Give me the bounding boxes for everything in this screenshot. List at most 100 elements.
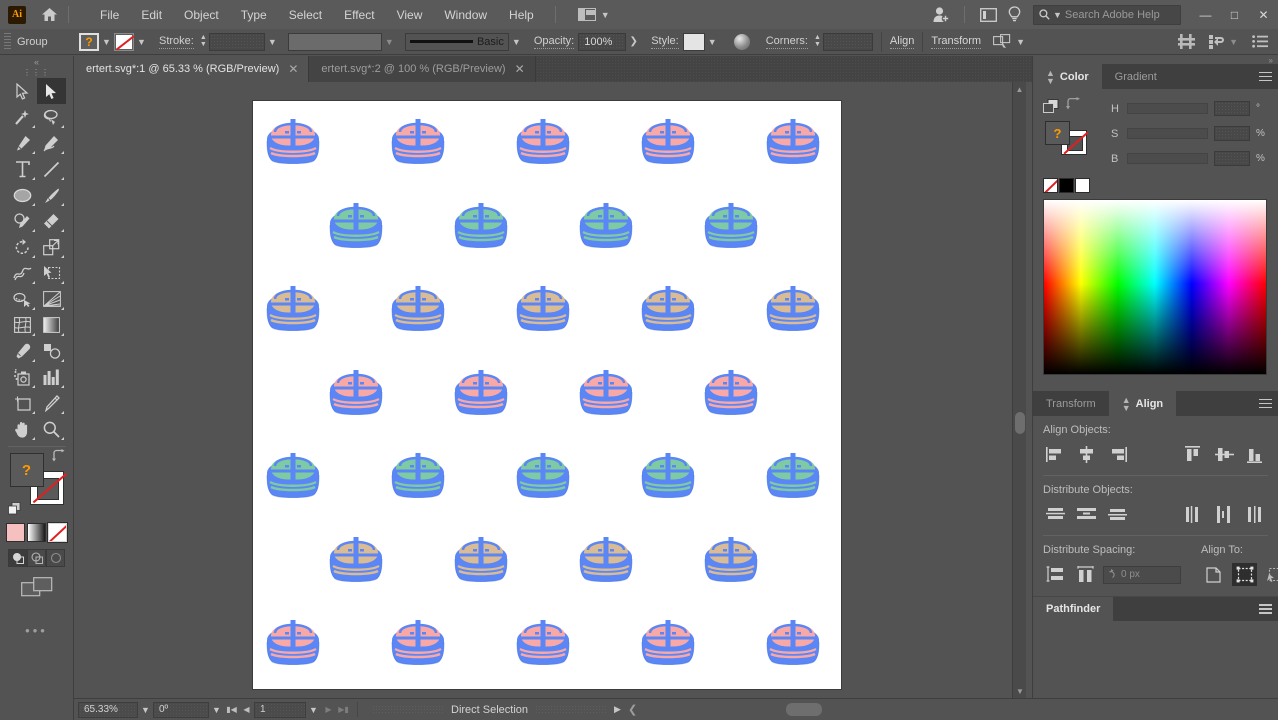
- pattern-tile[interactable]: [513, 449, 573, 507]
- last-artboard-button[interactable]: ▶▮: [336, 702, 351, 718]
- pattern-tile[interactable]: [763, 115, 823, 173]
- close-icon[interactable]: ✕: [515, 62, 525, 76]
- status-collapse-arrow-icon[interactable]: ❮: [628, 703, 637, 716]
- pattern-tile[interactable]: [763, 449, 823, 507]
- hue-input[interactable]: [1214, 101, 1250, 116]
- vertical-distribute-space[interactable]: [1043, 563, 1068, 586]
- vertical-distribute-top[interactable]: [1043, 503, 1068, 526]
- rotation-input[interactable]: 0º: [153, 701, 209, 718]
- maximize-button[interactable]: □: [1220, 0, 1249, 29]
- eraser-tool[interactable]: [37, 208, 66, 234]
- color-fill-swatch[interactable]: ?: [1045, 121, 1070, 145]
- horizontal-distribute-center[interactable]: [1212, 503, 1237, 526]
- width-tool[interactable]: [8, 260, 37, 286]
- change-screen-mode-icon[interactable]: [0, 577, 73, 601]
- status-menu-arrow-icon[interactable]: ▶: [614, 704, 621, 715]
- line-segment-tool[interactable]: [37, 156, 66, 182]
- menu-file[interactable]: File: [89, 4, 130, 26]
- tab-gradient[interactable]: Gradient: [1102, 64, 1170, 89]
- panel-toggle-icon[interactable]: [975, 4, 1001, 26]
- opacity-input[interactable]: 100%: [578, 32, 627, 51]
- pattern-tile[interactable]: [326, 366, 386, 424]
- toolbar-drag-handle[interactable]: ⋮⋮⋮: [0, 68, 73, 78]
- horizontal-align-left[interactable]: [1043, 443, 1068, 466]
- type-tool[interactable]: [8, 156, 37, 182]
- gradient-tool[interactable]: [37, 312, 66, 338]
- lightbulb-icon[interactable]: [1001, 4, 1027, 26]
- more-tools-button[interactable]: •••: [0, 623, 73, 638]
- pattern-tile[interactable]: [513, 282, 573, 340]
- pattern-tile[interactable]: [638, 449, 698, 507]
- arrange-icon[interactable]: ▼: [1209, 34, 1238, 49]
- search-input[interactable]: ▼ Search Adobe Help: [1033, 4, 1181, 25]
- chevron-up-icon[interactable]: ▲: [1013, 82, 1026, 96]
- none-swatch-button[interactable]: [1043, 178, 1058, 193]
- pattern-tile[interactable]: [263, 115, 323, 173]
- saturation-slider[interactable]: [1127, 128, 1208, 139]
- pattern-tile[interactable]: [263, 449, 323, 507]
- control-bar-gripper[interactable]: [4, 32, 11, 51]
- magic-wand-tool[interactable]: [8, 104, 37, 130]
- rotate-tool[interactable]: [8, 234, 37, 260]
- zoom-level-input[interactable]: 65.33%: [78, 701, 138, 718]
- pattern-tile[interactable]: [513, 115, 573, 173]
- vertical-align-bottom[interactable]: [1243, 443, 1268, 466]
- menu-edit[interactable]: Edit: [130, 4, 173, 26]
- hscrollbar-thumb[interactable]: [786, 703, 822, 716]
- brush-dropdown[interactable]: ▼: [509, 33, 524, 51]
- fill-dropdown[interactable]: ▼: [99, 33, 114, 51]
- style-dropdown[interactable]: ▼: [705, 33, 720, 51]
- brightness-slider[interactable]: [1127, 153, 1208, 164]
- pattern-tile[interactable]: [263, 616, 323, 674]
- pattern-tile[interactable]: [451, 533, 511, 591]
- black-swatch-button[interactable]: [1059, 178, 1074, 193]
- home-icon[interactable]: [40, 6, 58, 24]
- zoom-level-dropdown[interactable]: ▼: [138, 702, 153, 718]
- horizontal-align-center[interactable]: [1074, 443, 1099, 466]
- menu-window[interactable]: Window: [433, 4, 498, 26]
- brightness-input[interactable]: [1214, 151, 1250, 166]
- transform-link[interactable]: Transform: [931, 35, 982, 49]
- close-button[interactable]: ✕: [1249, 0, 1278, 29]
- isolate-selection-icon[interactable]: ▼: [993, 34, 1025, 49]
- blend-tool[interactable]: [37, 338, 66, 364]
- pattern-tile[interactable]: [451, 366, 511, 424]
- pattern-tile[interactable]: [576, 366, 636, 424]
- gradient-swatch-button[interactable]: [27, 523, 46, 542]
- tab-pathfinder[interactable]: Pathfinder: [1033, 597, 1114, 621]
- chevron-down-icon[interactable]: ▼: [1013, 684, 1027, 698]
- fill-color-swatch[interactable]: ?: [9, 453, 44, 487]
- spacing-value-input[interactable]: 0 px: [1103, 565, 1181, 584]
- recolor-artwork-icon[interactable]: [733, 33, 750, 50]
- draw-normal-button[interactable]: [8, 549, 27, 567]
- hue-slider[interactable]: [1127, 103, 1208, 114]
- perspective-grid-tool[interactable]: [37, 286, 66, 312]
- corner-radius-input[interactable]: [822, 32, 873, 51]
- vertical-distribute-bottom[interactable]: [1105, 503, 1130, 526]
- selection-tool[interactable]: [8, 78, 37, 104]
- pen-tool[interactable]: [8, 130, 37, 156]
- pattern-tile[interactable]: [388, 115, 448, 173]
- draw-inside-button[interactable]: [46, 549, 65, 567]
- minimize-button[interactable]: —: [1191, 0, 1220, 29]
- slice-tool[interactable]: [37, 390, 66, 416]
- menu-select[interactable]: Select: [278, 4, 333, 26]
- color-spectrum-ramp[interactable]: [1043, 199, 1267, 375]
- vertical-align-top[interactable]: [1181, 443, 1206, 466]
- artboard-tool[interactable]: [8, 390, 37, 416]
- artboard-dropdown[interactable]: ▼: [306, 702, 321, 718]
- default-fill-stroke-icon[interactable]: [7, 502, 21, 515]
- draw-behind-button[interactable]: [27, 549, 46, 567]
- zoom-tool[interactable]: [37, 416, 66, 442]
- stroke-profile-input[interactable]: [287, 32, 382, 51]
- brush-definition-preview[interactable]: Basic: [404, 32, 509, 51]
- vscrollbar-thumb[interactable]: [1015, 412, 1025, 434]
- paintbrush-tool[interactable]: [37, 182, 66, 208]
- status-text-area[interactable]: Direct Selection ▶ ❮: [372, 703, 637, 716]
- curvature-tool[interactable]: [37, 130, 66, 156]
- pattern-tile[interactable]: [388, 449, 448, 507]
- tab-align[interactable]: ▲ ▼ Align: [1108, 391, 1177, 416]
- pattern-tile[interactable]: [451, 199, 511, 257]
- shape-builder-tool[interactable]: [8, 286, 37, 312]
- pattern-tile[interactable]: [701, 533, 761, 591]
